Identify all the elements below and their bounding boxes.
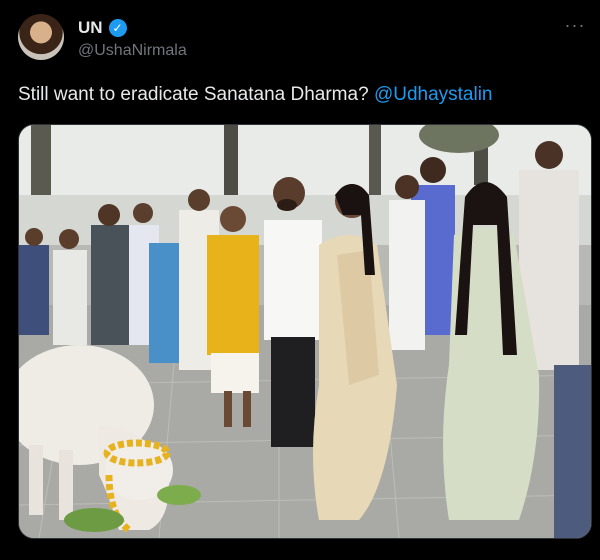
- more-options-icon[interactable]: ···: [564, 16, 586, 36]
- tweet-text: Still want to eradicate Sanatana Dharma?…: [18, 84, 493, 106]
- author-avatar[interactable]: [18, 14, 64, 60]
- tweet-text-body: Still want to eradicate Sanatana Dharma?: [18, 84, 374, 105]
- author-name[interactable]: UN: [78, 18, 103, 38]
- verified-badge-icon: ✓: [108, 19, 127, 37]
- tweet-card: UN ✓ @UshaNirmala ··· Still want to erad…: [0, 0, 600, 560]
- tweet-photo[interactable]: [18, 124, 592, 539]
- photo-scene: [19, 125, 591, 538]
- mention-link[interactable]: @Udhaystalin: [374, 84, 493, 105]
- author-name-row: UN ✓: [78, 18, 127, 38]
- author-handle[interactable]: @UshaNirmala: [78, 42, 187, 60]
